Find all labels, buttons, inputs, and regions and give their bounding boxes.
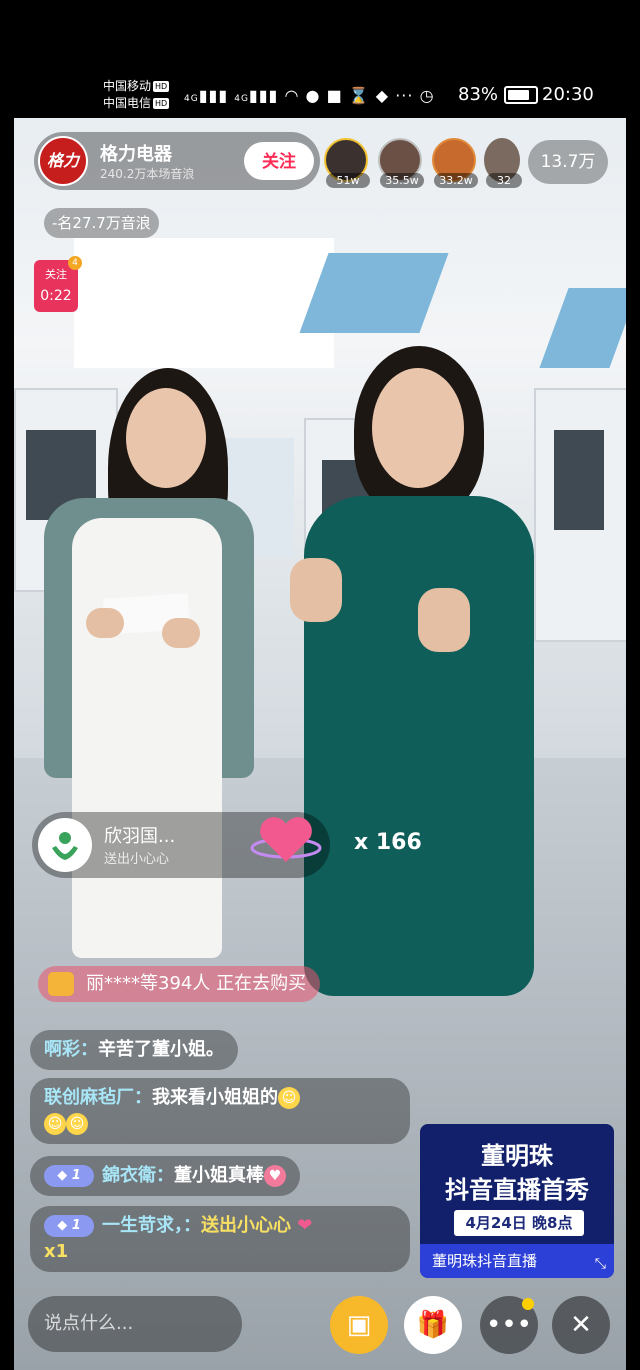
timer-dot: 4 xyxy=(68,256,82,270)
gift-description: 送出小心心 xyxy=(104,852,170,867)
top-viewer-4[interactable]: 32 xyxy=(484,138,522,188)
anchor-name: 格力电器 xyxy=(100,144,172,165)
shopping-bag-icon xyxy=(48,972,74,996)
battery-percent: 83% xyxy=(458,84,499,105)
camera-icon: ■ xyxy=(326,86,343,105)
gift-icon: 🎁 xyxy=(416,1310,450,1340)
status-bar: 中国移动 HD 中国电信 HD 4G▮▮▮ 4G▮▮▮ ◠ ● ■ ⌛ ◆ ··· … xyxy=(0,0,640,118)
viewer-count[interactable]: 13.7万 xyxy=(528,140,608,184)
clock: 20:30 xyxy=(542,84,594,105)
close-icon: ✕ xyxy=(570,1310,592,1340)
gift-sender-avatar xyxy=(38,818,92,872)
anchor-audio-wave-total: 240.2万本场音浪 xyxy=(100,167,195,181)
viewer-badge-1: 51w xyxy=(326,173,370,188)
notification-dot xyxy=(522,1298,534,1310)
promo-banner[interactable]: 董明珠 抖音直播首秀 4月24日 晚8点 董明珠抖音直播 ⤡ xyxy=(420,1124,614,1278)
heart-eyes-emoji-icon: ♥ xyxy=(264,1165,286,1187)
purchase-notice-text: 丽****等394人 正在去购买 xyxy=(86,973,307,994)
wall-panel xyxy=(74,238,334,368)
signal-label-2: 4G xyxy=(234,94,249,104)
machine-right xyxy=(534,388,626,642)
carrier-info: 中国移动 HD 中国电信 HD xyxy=(103,78,170,112)
app-icon: ◆ xyxy=(375,86,390,105)
comment-4[interactable]: ◆ 1 一生苛求，：送出小心心 ❤ x1 xyxy=(30,1206,410,1272)
comment-2[interactable]: 联创麻毡厂：我来看小姐姐的 ☺ ☺ ☺ xyxy=(30,1078,410,1144)
comment-user: 一生苛求，： xyxy=(102,1215,201,1236)
comment-user: 啊彩： xyxy=(44,1039,98,1060)
top-viewer-1[interactable]: 51w xyxy=(324,138,370,188)
globe-icon: ● xyxy=(305,86,321,105)
follow-button[interactable]: 关注 xyxy=(244,142,314,180)
alarm-icon: ◷ xyxy=(419,86,435,105)
comment-input[interactable]: 说点什么... xyxy=(28,1296,242,1352)
grin-emoji-icon: ☺ xyxy=(66,1113,88,1135)
promo-date: 4月24日 晚8点 xyxy=(454,1210,584,1236)
battery: 83% xyxy=(458,84,539,105)
promo-footer: 董明珠抖音直播 xyxy=(420,1244,614,1278)
comment-text: 董小姐真棒 xyxy=(174,1165,264,1186)
comment-suffix: x1 xyxy=(44,1241,69,1262)
shopping-bag-icon: ▣ xyxy=(346,1310,372,1340)
gift-sender-name: 欣羽国... xyxy=(104,826,176,847)
grin-emoji-icon: ☺ xyxy=(44,1113,66,1135)
anchor-info[interactable]: 格力 格力电器 240.2万本场音浪 关注 xyxy=(34,132,320,190)
timer-time: 0:22 xyxy=(40,288,72,304)
comment-user: 联创麻毡厂： xyxy=(44,1087,152,1108)
viewer-badge-4: 32 xyxy=(486,173,522,188)
user-level-badge: ◆ 1 xyxy=(44,1215,94,1237)
comment-user: 錦衣衛： xyxy=(102,1165,174,1186)
comment-text: 送出小心心 xyxy=(201,1215,291,1236)
signal-icon: ▮▮▮ xyxy=(198,86,229,105)
status-icons: 4G▮▮▮ 4G▮▮▮ ◠ ● ■ ⌛ ◆ ··· ◷ xyxy=(184,86,435,105)
viewer-badge-2: 35.5w xyxy=(380,173,424,188)
promo-title-2: 抖音直播首秀 xyxy=(445,1176,589,1204)
live-video[interactable]: 格力 格力电器 240.2万本场音浪 关注 51w 35.5w 33.2w 32… xyxy=(14,118,626,1370)
wifi-icon: ◠ xyxy=(284,86,300,105)
viewer-badge-3: 33.2w xyxy=(434,173,478,188)
hd-badge-1: HD xyxy=(153,81,170,92)
gift-button[interactable]: 🎁 xyxy=(404,1296,462,1354)
carrier-2: 中国电信 xyxy=(103,96,152,110)
hd-badge-2: HD xyxy=(153,98,170,109)
rank-pill[interactable]: -名27.7万音浪 xyxy=(44,208,159,238)
expand-icon[interactable]: ⤡ xyxy=(595,1256,606,1272)
gift-count: x 166 xyxy=(354,830,422,855)
top-viewer-3[interactable]: 33.2w xyxy=(432,138,478,188)
battery-icon xyxy=(504,86,539,104)
heart-gift-icon xyxy=(250,810,322,870)
purchase-notice[interactable]: 丽****等394人 正在去购买 xyxy=(38,966,321,1002)
more-icon: ••• xyxy=(485,1310,532,1340)
comment-text: 我来看小姐姐的 xyxy=(152,1087,278,1108)
more-dots-icon: ··· xyxy=(395,86,414,105)
anchor-avatar[interactable]: 格力 xyxy=(38,136,88,186)
close-button[interactable]: ✕ xyxy=(552,1296,610,1354)
comment-3[interactable]: ◆ 1 錦衣衛：董小姐真棒 ♥ xyxy=(30,1156,300,1196)
user-level-badge: ◆ 1 xyxy=(44,1165,94,1187)
comment-text: 辛苦了董小姐。 xyxy=(98,1039,224,1060)
signal-icon-2: ▮▮▮ xyxy=(248,86,279,105)
top-viewer-2[interactable]: 35.5w xyxy=(378,138,424,188)
signal-label: 4G xyxy=(184,94,199,104)
heart-icon: ❤ xyxy=(297,1215,313,1236)
carrier-1: 中国移动 xyxy=(103,79,152,93)
promo-title-1: 董明珠 xyxy=(481,1142,553,1170)
grin-emoji-icon: ☺ xyxy=(278,1087,300,1109)
shopping-cart-button[interactable]: ▣ xyxy=(330,1296,388,1354)
hourglass-icon: ⌛ xyxy=(348,86,370,105)
comment-1[interactable]: 啊彩：辛苦了董小姐。 xyxy=(30,1030,238,1070)
wall-stripe-2 xyxy=(539,288,626,368)
